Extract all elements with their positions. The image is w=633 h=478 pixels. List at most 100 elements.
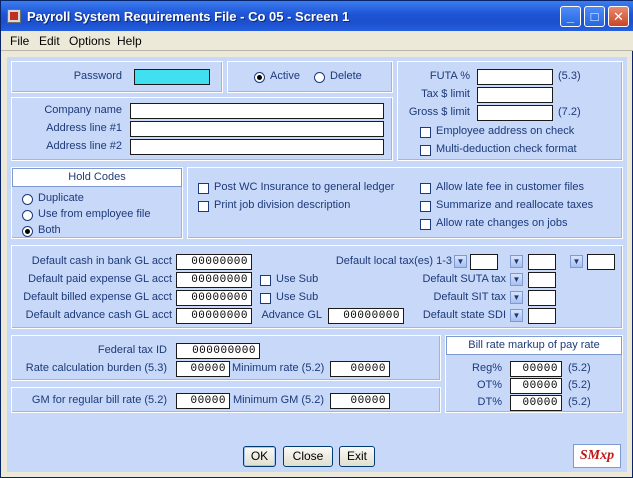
address1-input[interactable] <box>130 121 384 137</box>
ot-ref: (5.2) <box>568 379 591 391</box>
hold-codes-panel: Hold Codes Duplicate Use from employee f… <box>11 167 183 239</box>
employee-address-label: Employee address on check <box>436 125 575 137</box>
paid-gl-input[interactable]: 00000000 <box>176 272 252 288</box>
close-form-button[interactable]: Close <box>283 446 333 467</box>
min-rate-input[interactable]: 00000 <box>330 361 390 377</box>
menu-help[interactable]: Help <box>117 34 142 48</box>
suta-label: Default SUTA tax <box>422 273 506 285</box>
print-job-checkbox[interactable] <box>198 201 209 212</box>
exit-button[interactable]: Exit <box>339 446 375 467</box>
gm-panel: GM for regular bill rate (5.2) 00000 Min… <box>11 387 441 413</box>
hold-employee-label: Use from employee file <box>38 208 151 220</box>
post-wc-label: Post WC Insurance to general ledger <box>214 181 395 193</box>
federal-tax-id-input[interactable]: 000000000 <box>176 343 260 359</box>
billed-use-sub-checkbox[interactable] <box>260 293 271 304</box>
reg-ref: (5.2) <box>568 362 591 374</box>
employee-address-checkbox[interactable] <box>420 127 431 138</box>
dt-input[interactable]: 00000 <box>510 395 562 411</box>
chevron-down-icon[interactable]: ▼ <box>510 309 523 322</box>
chevron-down-icon[interactable]: ▼ <box>454 255 467 268</box>
gross-limit-label: Gross $ limit <box>408 106 470 118</box>
ot-label: OT% <box>476 379 502 391</box>
multi-deduction-label: Multi-deduction check format <box>436 143 577 155</box>
hold-duplicate-radio[interactable] <box>22 194 33 205</box>
multi-deduction-checkbox[interactable] <box>420 145 431 156</box>
close-button[interactable]: ✕ <box>608 6 629 27</box>
status-panel: Active Delete <box>227 61 393 93</box>
menu-edit[interactable]: Edit <box>39 34 60 48</box>
paid-use-sub-checkbox[interactable] <box>260 275 271 286</box>
hold-employee-radio[interactable] <box>22 210 33 221</box>
maximize-button[interactable]: □ <box>584 6 605 27</box>
reg-input[interactable]: 00000 <box>510 361 562 377</box>
summarize-checkbox[interactable] <box>420 201 431 212</box>
title-bar[interactable]: Payroll System Requirements File - Co 05… <box>1 1 633 31</box>
menu-bar: File Edit Options Help <box>1 31 633 51</box>
gross-limit-input[interactable] <box>477 105 553 121</box>
federal-tax-id-label: Federal tax ID <box>97 344 167 356</box>
address2-input[interactable] <box>130 139 384 155</box>
tax-limit-input[interactable] <box>477 87 553 103</box>
hold-both-radio[interactable] <box>22 226 33 237</box>
allow-late-fee-checkbox[interactable] <box>420 183 431 194</box>
company-name-label: Company name <box>44 104 122 116</box>
password-panel: Password <box>11 61 223 93</box>
company-name-input[interactable] <box>130 103 384 119</box>
app-icon <box>7 9 21 23</box>
burden-input[interactable]: 00000 <box>176 361 230 377</box>
cash-gl-input[interactable]: 00000000 <box>176 254 252 270</box>
gross-ref: (7.2) <box>558 106 581 118</box>
markup-title: Bill rate markup of pay rate <box>446 336 622 355</box>
summarize-label: Summarize and reallocate taxes <box>436 199 594 211</box>
billed-gl-input[interactable]: 00000000 <box>176 290 252 306</box>
min-gm-input[interactable]: 00000 <box>330 393 390 409</box>
smxp-logo: SMxp <box>573 444 621 468</box>
futa-input[interactable] <box>477 69 553 85</box>
local-tax-2-input[interactable] <box>528 254 556 270</box>
suta-input[interactable] <box>528 272 556 288</box>
address1-label: Address line #1 <box>46 122 122 134</box>
delete-radio[interactable] <box>314 72 325 83</box>
sit-input[interactable] <box>528 290 556 306</box>
dt-label: DT% <box>477 396 502 408</box>
min-gm-label: Minimum GM (5.2) <box>232 394 324 406</box>
gm-label: GM for regular bill rate (5.2) <box>31 394 167 406</box>
futa-ref: (5.3) <box>558 70 581 82</box>
local-tax-label: Default local tax(es) 1-3 <box>335 255 452 267</box>
billed-gl-label: Default billed expense GL acct <box>23 291 172 303</box>
ot-input[interactable]: 00000 <box>510 378 562 394</box>
local-tax-1-input[interactable] <box>470 254 498 270</box>
form-area: Password Active Delete FUTA % (5.3) Tax … <box>7 57 627 472</box>
sdi-input[interactable] <box>528 308 556 324</box>
window: Payroll System Requirements File - Co 05… <box>0 0 633 478</box>
chevron-down-icon[interactable]: ▼ <box>510 255 523 268</box>
billed-use-sub-label: Use Sub <box>276 291 319 303</box>
allow-late-fee-label: Allow late fee in customer files <box>436 181 584 193</box>
hold-codes-title: Hold Codes <box>12 168 182 187</box>
menu-options[interactable]: Options <box>69 34 110 48</box>
sit-label: Default SIT tax <box>433 291 506 303</box>
dt-ref: (5.2) <box>568 396 591 408</box>
sdi-label: Default state SDI <box>422 309 506 321</box>
paid-use-sub-label: Use Sub <box>276 273 319 285</box>
chevron-down-icon[interactable]: ▼ <box>570 255 583 268</box>
minimize-button[interactable]: _ <box>560 6 581 27</box>
min-rate-label: Minimum rate (5.2) <box>232 362 325 374</box>
advance-gl-input[interactable]: 00000000 <box>176 308 252 324</box>
federal-panel: Federal tax ID 000000000 Rate calculatio… <box>11 335 441 381</box>
password-input[interactable] <box>134 69 210 85</box>
chevron-down-icon[interactable]: ▼ <box>510 291 523 304</box>
window-title: Payroll System Requirements File - Co 05… <box>27 9 350 24</box>
local-tax-3-input[interactable] <box>587 254 615 270</box>
chevron-down-icon[interactable]: ▼ <box>510 273 523 286</box>
active-radio[interactable] <box>254 72 265 83</box>
active-label: Active <box>270 70 300 82</box>
paid-gl-label: Default paid expense GL acct <box>28 273 172 285</box>
menu-file[interactable]: File <box>10 34 29 48</box>
allow-rate-checkbox[interactable] <box>420 219 431 230</box>
hold-duplicate-label: Duplicate <box>38 192 84 204</box>
delete-label: Delete <box>330 70 362 82</box>
ok-button[interactable]: OK <box>243 446 276 467</box>
gm-input[interactable]: 00000 <box>176 393 230 409</box>
post-wc-checkbox[interactable] <box>198 183 209 194</box>
